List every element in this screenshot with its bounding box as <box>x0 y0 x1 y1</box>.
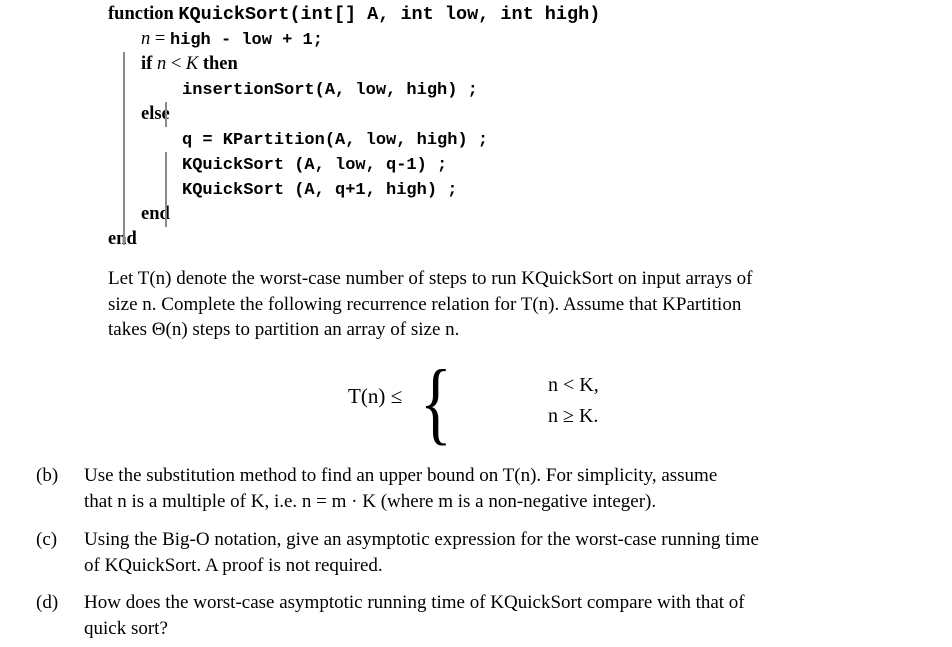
function-signature: function KQuickSort(int[] A, int low, in… <box>108 2 668 27</box>
question-item-b-body: Use the substitution method to find an u… <box>84 463 912 514</box>
question-item-c-line-1: Using the Big-O notation, give an asympt… <box>84 529 759 550</box>
question-item-b-line-1: Use the substitution method to find an u… <box>84 465 718 486</box>
algo-line-recursive-call-right: KQuickSort (A, q+1, high) ; <box>108 177 668 202</box>
indent-rule-if-branch <box>165 102 167 127</box>
question-item-d-line-1: How does the worst-case asymptotic runni… <box>84 592 745 613</box>
question-item-d: (d) How does the worst-case asymptotic r… <box>36 590 912 641</box>
equation-left-hand-side: T(n) ≤ <box>348 384 403 408</box>
question-item-c-label: (c) <box>36 529 58 550</box>
equation-brace: { <box>420 351 452 453</box>
equation-case-conditions: n < K, n ≥ K. <box>548 370 599 432</box>
function-keyword: function <box>108 4 174 24</box>
recurrence-equation: T(n) ≤ { n < K, n ≥ K. <box>0 356 952 448</box>
question-item-b: (b) Use the substitution method to find … <box>36 463 912 514</box>
question-item-d-label: (d) <box>36 592 59 613</box>
equation-case-2-condition: n ≥ K. <box>548 405 599 427</box>
algo-line-end-outer: end <box>108 227 668 252</box>
intro-paragraph-line-3: takes Θ(n) steps to partition an array o… <box>108 319 460 340</box>
question-item-b-line-2: that n is a multiple of K, i.e. n = m · … <box>84 490 657 512</box>
equation-case-1-condition: n < K, <box>548 374 599 396</box>
algo-line-recursive-call-left: KQuickSort (A, low, q-1) ; <box>108 152 668 177</box>
insertion-sort-statement: insertionSort(A, low, high) ; <box>182 81 478 100</box>
then-keyword: then <box>198 54 238 74</box>
intro-paragraph: Let T(n) denote the worst-case number of… <box>108 266 914 343</box>
intro-paragraph-line-1: Let T(n) denote the worst-case number of… <box>108 268 753 289</box>
assign-expression: high - low + 1; <box>169 31 323 50</box>
algo-line-partition-call: q = KPartition(A, low, high) ; <box>108 127 668 152</box>
condition-variable-n: n <box>156 54 167 74</box>
assign-operator: = <box>150 29 170 49</box>
if-keyword: if <box>141 54 157 74</box>
partition-statement: q = KPartition(A, low, high) ; <box>182 131 489 150</box>
algo-line-if-condition: if n < K then <box>108 52 668 77</box>
intro-paragraph-line-2: size n. Complete the following recurrenc… <box>108 293 742 315</box>
algorithm-body: n = high - low + 1; if n < K then insert… <box>108 27 668 252</box>
recursive-call-left-statement: KQuickSort (A, low, q-1) ; <box>182 156 448 175</box>
algo-line-assign-n: n = high - low + 1; <box>108 27 668 52</box>
question-item-c-body: Using the Big-O notation, give an asympt… <box>84 527 912 578</box>
indent-rule-else-branch <box>165 152 167 227</box>
less-than-operator: < <box>166 54 186 74</box>
indent-rule-function <box>123 52 125 245</box>
algo-line-else: else <box>108 102 668 127</box>
question-item-d-body: How does the worst-case asymptotic runni… <box>84 590 912 641</box>
function-signature-call: KQuickSort(int[] A, int low, int high) <box>178 4 601 25</box>
question-item-d-line-2: quick sort? <box>84 617 168 639</box>
recursive-call-right-statement: KQuickSort (A, q+1, high) ; <box>182 181 458 200</box>
question-item-b-label: (b) <box>36 465 59 486</box>
variable-n: n <box>141 29 151 49</box>
question-item-c-line-2: of KQuickSort. A proof is not required. <box>84 554 383 576</box>
algo-line-end-inner: end <box>108 202 668 227</box>
algo-line-insertion-sort-call: insertionSort(A, low, high) ; <box>108 77 668 102</box>
algorithm-block: function KQuickSort(int[] A, int low, in… <box>108 2 668 252</box>
question-item-c: (c) Using the Big-O notation, give an as… <box>36 527 912 578</box>
condition-variable-k: K <box>185 54 199 74</box>
